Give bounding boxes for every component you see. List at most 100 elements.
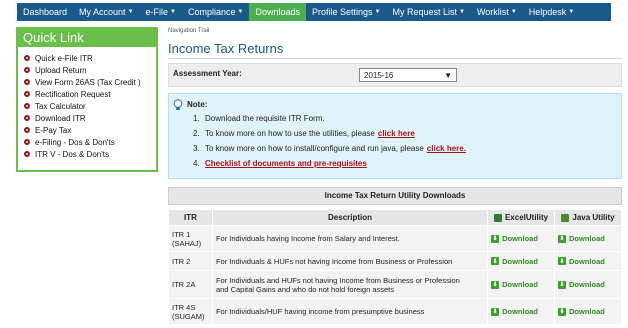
itr-name: (SUGAM) xyxy=(172,311,205,321)
java-download-link[interactable]: ⬇ Download xyxy=(558,307,618,316)
assessment-year-select[interactable]: 2015-16 ▼ xyxy=(359,68,457,82)
note-item: 1. Download the requisite ITR Form. xyxy=(193,111,466,126)
nav-item-my-account[interactable]: My Account ▼ xyxy=(73,3,139,21)
assessment-year-label: Assessment Year: xyxy=(173,69,242,78)
excel-download-link[interactable]: ⬇ Download xyxy=(491,307,551,316)
download-icon: ⬇ xyxy=(558,307,567,316)
col-java: Java Utility xyxy=(554,209,622,226)
nav-label: Downloads xyxy=(255,7,300,17)
table-row: ITR 1 (SAHAJ) For Individuals having Incom… xyxy=(168,225,622,252)
table-row: ITR 2 For Individuals & HUFs not having I… xyxy=(168,251,622,271)
itr-cell: ITR 2 xyxy=(168,251,213,271)
quick-link-item[interactable]: View Form 26AS (Tax Credit ) xyxy=(24,76,156,88)
bullet-icon xyxy=(24,67,30,73)
quick-link-label: Tax Calculator xyxy=(35,101,86,111)
itr-name: ITR 2 xyxy=(172,256,191,266)
nav-label: My Account xyxy=(79,7,126,17)
nav-item-dashboard[interactable]: Dashboard xyxy=(17,3,73,21)
assessment-year-value: 2015-16 xyxy=(364,70,394,80)
nav-label: My Request List xyxy=(392,7,458,17)
java-download-link[interactable]: ⬇ Download xyxy=(558,257,618,266)
utility-downloads: Income Tax Return Utility Downloads ITR … xyxy=(168,187,622,325)
quick-link-label: Download ITR xyxy=(35,113,86,123)
quick-link-label: ITR V - Dos & Don'ts xyxy=(35,149,109,159)
note-box: Note: 1. Download the requisite ITR Form.… xyxy=(168,93,622,179)
note-number: 3. xyxy=(193,144,200,153)
nav-item-downloads[interactable]: Downloads xyxy=(249,3,306,21)
nav-label: Profile Settings xyxy=(312,7,373,17)
quick-link-item[interactable]: Upload Return xyxy=(24,64,156,76)
nav-item-my-request-list[interactable]: My Request List ▼ xyxy=(386,3,470,21)
itr-cell: ITR 2A xyxy=(168,270,213,299)
excel-download-link[interactable]: ⬇ Download xyxy=(491,257,551,266)
bullet-icon xyxy=(24,79,30,85)
chevron-down-icon: ▼ xyxy=(170,9,176,15)
lightbulb-icon xyxy=(173,99,183,111)
chevron-down-icon: ▼ xyxy=(568,9,575,15)
download-label: Download xyxy=(569,234,605,243)
download-label: Download xyxy=(569,280,605,289)
java-download-link[interactable]: ⬇ Download xyxy=(558,280,618,289)
bullet-icon xyxy=(24,103,30,109)
chevron-down-icon: ▼ xyxy=(459,9,465,15)
note-text: Download the requisite ITR Form. xyxy=(205,114,325,123)
chevron-down-icon: ▼ xyxy=(374,9,381,15)
nav-item-helpdesk[interactable]: Helpdesk ▼ xyxy=(523,3,580,21)
itr-cell: ITR 1 (SAHAJ) xyxy=(168,225,213,252)
note-number: 2. xyxy=(193,129,200,138)
quick-link-item[interactable]: Quick e-File ITR xyxy=(24,52,156,64)
download-icon: ⬇ xyxy=(491,234,500,243)
nav-label: e-File xyxy=(145,7,169,17)
quick-link-item[interactable]: e-Filing - Dos & Don'ts xyxy=(24,136,156,148)
note-text: To know more on how to install/configure… xyxy=(205,144,424,153)
note-list: 1. Download the requisite ITR Form. 2. To k… xyxy=(193,111,466,171)
bullet-icon xyxy=(24,115,30,121)
download-icon: ⬇ xyxy=(558,234,567,243)
java-download-link[interactable]: ⬇ Download xyxy=(558,234,618,243)
note-title: Note: xyxy=(187,100,208,109)
java-download-cell: ⬇ Download xyxy=(554,225,622,252)
note-item: 2. To know more on how to use the utiliti… xyxy=(193,126,466,141)
quick-link-label: Rectification Request xyxy=(35,89,111,99)
description-cell: For Individuals/HUF having income from p… xyxy=(211,298,489,325)
note-number: 4. xyxy=(193,159,200,168)
itr-name: ITR 1 xyxy=(172,229,191,239)
note-link[interactable]: Checklist of documents and pre-requisite… xyxy=(205,159,367,168)
download-label: Download xyxy=(502,280,538,289)
assessment-year-row: Assessment Year: 2015-16 ▼ xyxy=(168,63,622,87)
nav-item-compliance[interactable]: Compliance ▼ xyxy=(182,3,249,21)
note-number: 1. xyxy=(193,114,200,123)
nav-item-worklist[interactable]: Worklist ▼ xyxy=(471,3,523,21)
table-row: ITR 4S (SUGAM) For Individuals/HUF having … xyxy=(168,298,622,325)
itr-name: ITR 4S xyxy=(172,302,196,312)
download-icon: ⬇ xyxy=(558,280,567,289)
nav-label: Worklist xyxy=(476,7,509,17)
note-link[interactable]: click here xyxy=(378,129,415,138)
itr-cell: ITR 4S (SUGAM) xyxy=(168,298,213,325)
chevron-down-icon: ▼ xyxy=(237,9,244,15)
excel-download-cell: ⬇ Download xyxy=(487,270,556,299)
itr-name: (SAHAJ) xyxy=(172,238,202,248)
description-text: For Individuals and HUFs not having Inco… xyxy=(215,275,460,285)
excel-download-link[interactable]: ⬇ Download xyxy=(491,234,551,243)
quick-link-item[interactable]: Rectification Request xyxy=(24,88,156,100)
nav-item-e-file[interactable]: e-File ▼ xyxy=(140,3,182,21)
excel-download-link[interactable]: ⬇ Download xyxy=(491,280,551,289)
quick-link-list: Quick e-File ITR Upload Return View Form 2… xyxy=(18,47,156,160)
excel-download-cell: ⬇ Download xyxy=(487,298,556,325)
quick-link-item[interactable]: Tax Calculator xyxy=(24,100,156,112)
quick-link-item[interactable]: ITR V - Dos & Don'ts xyxy=(24,148,156,160)
title-divider xyxy=(168,58,622,59)
download-icon: ⬇ xyxy=(491,280,500,289)
nav-trail: Navigation Trail xyxy=(168,28,210,34)
quick-link-item[interactable]: E-Pay Tax xyxy=(24,124,156,136)
nav-label: Helpdesk xyxy=(528,7,567,17)
quick-link-panel: Quick Link Quick e-File ITR Upload Return… xyxy=(16,27,158,172)
note-link[interactable]: click here. xyxy=(427,144,466,153)
quick-link-item[interactable]: Download ITR xyxy=(24,112,156,124)
nav-item-profile-settings[interactable]: Profile Settings ▼ xyxy=(306,3,386,21)
note-item: 4. Checklist of documents and pre-requisi… xyxy=(193,156,466,171)
col-excel: ExcelUtility xyxy=(487,209,556,226)
nav-label: Dashboard xyxy=(23,7,68,17)
description-cell: For Individuals having Income from Salar… xyxy=(211,225,489,252)
